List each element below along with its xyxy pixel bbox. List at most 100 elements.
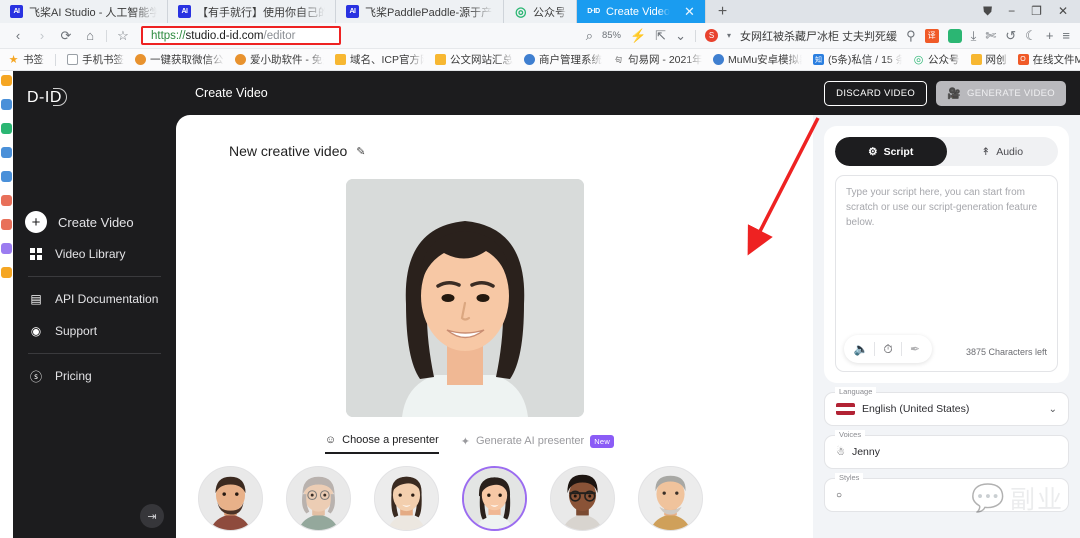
minimize-button[interactable]: − (1008, 0, 1015, 23)
magic-wand-icon[interactable]: ✒ (902, 340, 928, 358)
back-icon[interactable]: ‹ (6, 23, 30, 49)
bookmark-item[interactable]: ★ 书签 (8, 52, 44, 67)
lightning-icon[interactable]: ⚡ (630, 23, 646, 49)
zhihu-favicon: 知 (813, 54, 824, 65)
language-select[interactable]: Language English (United States) ⌄ (824, 392, 1069, 426)
tab-generate-ai-presenter[interactable]: ✦ Generate AI presenter New (461, 435, 614, 454)
sidebar-collapse-button[interactable]: ⇥ (140, 504, 164, 528)
avatar-portrait (639, 467, 702, 530)
bookmark-item[interactable]: 爱小助软件 - 免费 (235, 52, 324, 67)
bookmark-item[interactable]: O 在线文件MD5码校 (1018, 52, 1080, 67)
tab-choose-a-presenter[interactable]: ☺ Choose a presenter (325, 434, 439, 454)
bookmark-item[interactable]: 知 (5条)私信 / 15 条 (813, 52, 902, 67)
pinned-bookmark-icon[interactable] (1, 147, 12, 158)
zoom-magnifier-icon[interactable]: ⌕ (586, 23, 593, 49)
bookmark-item[interactable]: 公文网站汇总 (435, 52, 513, 67)
pinned-bookmark-icon[interactable] (1, 243, 12, 254)
bookmark-item[interactable]: 域名、ICP官方网 (335, 52, 424, 67)
new-tab-button[interactable]: + (706, 0, 739, 23)
home-icon[interactable]: ⌂ (78, 23, 102, 49)
presenter-avatar-6[interactable] (638, 466, 703, 531)
window-controls: ⛊ − ❐ ✕ (971, 0, 1080, 23)
bookmark-star-icon[interactable]: ☆ (111, 23, 135, 49)
script-placeholder: Type your script here, you can start fro… (846, 187, 1037, 228)
close-icon[interactable]: ✕ (684, 4, 695, 20)
app-sidebar: D-ID + Create Video Video Library ▤ AP (13, 71, 176, 538)
browser-tab[interactable]: ◎ 公众号 (504, 0, 577, 23)
sidebar-item-video-library[interactable]: Video Library (25, 238, 164, 270)
scissors-icon[interactable]: ✄ (985, 23, 996, 49)
presenter-avatar-2[interactable] (286, 466, 351, 531)
pinned-bookmark-icon[interactable] (1, 195, 12, 206)
tab-script[interactable]: ⚙ Script (835, 137, 947, 166)
reload-icon[interactable]: ⟳ (54, 23, 78, 49)
history-icon[interactable]: ↺ (1005, 23, 1016, 49)
browser-tab[interactable]: AI 【有手就行】使用你自己的声音做语音 (168, 0, 336, 23)
timer-icon[interactable]: ⏱ (875, 340, 901, 358)
presenter-preview[interactable] (346, 179, 584, 417)
bookmark-item[interactable]: 商户管理系统 (524, 52, 602, 67)
sogou-search-icon[interactable]: S (705, 29, 718, 42)
bookmark-item[interactable]: 一键获取微信公众 (135, 52, 224, 67)
bookmark-item[interactable]: ◎ 公众号 (913, 52, 960, 67)
video-camera-icon: 🎥 (947, 87, 961, 100)
green-extension-icon[interactable] (948, 29, 962, 43)
clothes-icon[interactable]: ⛊ (983, 0, 992, 23)
forward-icon[interactable]: › (30, 23, 54, 49)
browser-tab[interactable]: AI 飞桨PaddlePaddle-源于产业实践的开 (336, 0, 504, 23)
browser-tab[interactable]: AI 飞桨AI Studio - 人工智能学习与实训 (0, 0, 168, 23)
pinned-bookmark-icon[interactable] (1, 171, 12, 182)
sidebar-item-api-documentation[interactable]: ▤ API Documentation (25, 283, 164, 315)
moon-icon[interactable]: ☾ (1025, 23, 1037, 49)
add-icon[interactable]: + (1046, 23, 1054, 49)
presenter-avatar-1[interactable] (198, 466, 263, 531)
presenter-avatar-5[interactable] (550, 466, 615, 531)
close-window-button[interactable]: ✕ (1058, 0, 1068, 23)
characters-left-label: 3875 Characters left (966, 346, 1047, 360)
menu-icon[interactable]: ≡ (1062, 23, 1070, 49)
address-bar[interactable]: https://studio.d-id.com/editor (141, 26, 341, 45)
pinned-bookmark-icon[interactable] (1, 75, 12, 86)
download-icon[interactable]: ⤓ (971, 23, 977, 49)
share-icon[interactable]: ⇱ (655, 23, 666, 49)
bookmark-item[interactable]: 网创 (971, 52, 1007, 67)
bookmark-item[interactable]: 手机书签 (67, 52, 124, 67)
pencil-icon[interactable]: ✎ (356, 145, 365, 158)
generate-video-button[interactable]: 🎥 GENERATE VIDEO (936, 81, 1066, 106)
speaker-icon[interactable]: 🔈 (848, 340, 874, 358)
chevron-down-icon[interactable]: ⌄ (1049, 404, 1057, 415)
presenter-tabs: ☺ Choose a presenter ✦ Generate AI prese… (176, 434, 813, 454)
pinned-bookmark-icon[interactable] (1, 123, 12, 134)
sidebar-item-support[interactable]: ◉ Support (25, 315, 164, 347)
styles-select[interactable]: Styles ○ (824, 478, 1069, 512)
person-icon: ☺ (325, 434, 336, 446)
navigation-bar: ‹ › ⟳ ⌂ ☆ https://studio.d-id.com/editor… (0, 23, 1080, 49)
translate-icon[interactable]: 译 (925, 29, 939, 43)
search-icon[interactable]: ⚲ (906, 23, 916, 49)
presenter-avatar-3[interactable] (374, 466, 439, 531)
chevron-down-icon[interactable]: ⌄ (675, 23, 686, 49)
sidebar-item-create-video[interactable]: + Create Video (25, 206, 164, 238)
tab-title: 飞桨AI Studio - 人工智能学习与实训 (29, 4, 157, 20)
tab-audio[interactable]: ↟ Audio (947, 137, 1059, 166)
lifebuoy-icon: ◉ (28, 324, 44, 338)
presenter-avatar-4-selected[interactable] (462, 466, 527, 531)
browser-tab-active[interactable]: D·ID Create Video ✕ (577, 0, 706, 23)
search-suggestion-text[interactable]: 女网红被杀藏尸冰柜 丈夫判死缓 (740, 28, 897, 44)
maximize-button[interactable]: ❐ (1031, 0, 1042, 23)
video-title-row[interactable]: New creative video ✎ (229, 143, 813, 159)
avatar-portrait (287, 467, 350, 530)
discard-video-button[interactable]: DISCARD VIDEO (824, 81, 927, 106)
bookmark-item[interactable]: 句 句易网 - 2021年最 (613, 52, 702, 67)
voices-select[interactable]: Voices ☃ Jenny (824, 435, 1069, 469)
script-textarea[interactable]: Type your script here, you can start fro… (835, 175, 1058, 372)
did-logo[interactable]: D-ID (13, 85, 176, 107)
tab-strip: AI 飞桨AI Studio - 人工智能学习与实训 AI 【有手就行】使用你自… (0, 0, 1080, 23)
bookmark-item[interactable]: MuMu安卓模拟器 (713, 52, 802, 67)
sidebar-item-pricing[interactable]: ⓢ Pricing (25, 360, 164, 392)
pinned-bookmark-icon[interactable] (1, 267, 12, 278)
pinned-bookmark-icon[interactable] (1, 219, 12, 230)
did-studio-app: D-ID + Create Video Video Library ▤ AP (13, 71, 1080, 538)
pinned-bookmark-icon[interactable] (1, 99, 12, 110)
chevron-down-icon[interactable]: ▾ (727, 23, 731, 49)
